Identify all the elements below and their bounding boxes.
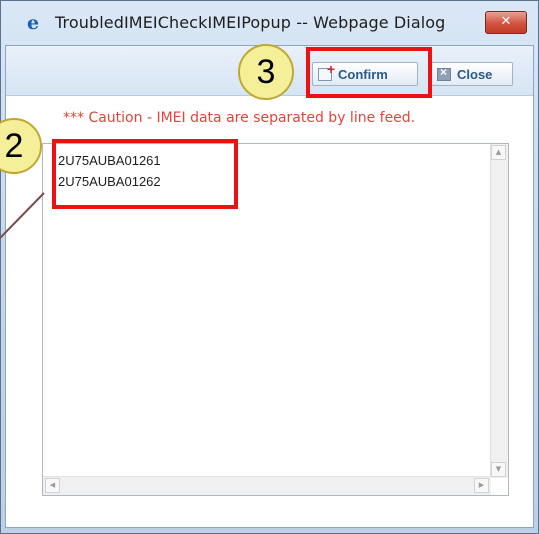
- window-close-icon: ✕: [500, 14, 512, 29]
- step-badge-3: 3: [238, 44, 294, 100]
- close-button[interactable]: Close: [431, 62, 513, 86]
- close-icon: [437, 65, 451, 81]
- title-bar: e TroubledIMEICheckIMEIPopup -- Webpage …: [1, 1, 538, 45]
- scroll-down-icon[interactable]: ▼: [491, 462, 506, 477]
- vertical-scrollbar[interactable]: ▲ ▼: [490, 144, 508, 478]
- confirm-highlight-box: [306, 47, 432, 98]
- caution-message: *** Caution - IMEI data are separated by…: [63, 110, 416, 126]
- horizontal-scrollbar[interactable]: ◀ ▶: [43, 476, 491, 495]
- scroll-right-icon[interactable]: ▶: [474, 478, 489, 493]
- close-label: Close: [457, 66, 493, 82]
- scroll-left-icon[interactable]: ◀: [45, 478, 60, 493]
- imei-highlight-box: [52, 139, 238, 209]
- window-title: TroubledIMEICheckIMEIPopup -- Webpage Di…: [55, 13, 446, 32]
- window-close-button[interactable]: ✕: [485, 11, 527, 34]
- ie-icon: e: [26, 12, 40, 34]
- scroll-up-icon[interactable]: ▲: [491, 145, 506, 160]
